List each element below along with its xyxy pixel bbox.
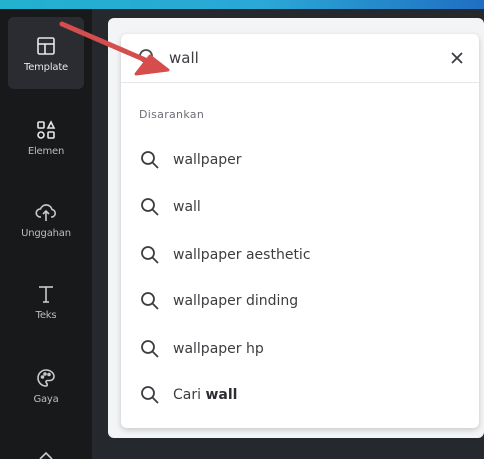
palette-icon [37,368,55,387]
sidebar: Template Elemen Unggahan Teks Gaya [0,9,92,459]
suggestion-text: wall [173,199,201,215]
sidebar-item-style[interactable]: Gaya [8,349,84,421]
sidebar-item-text[interactable]: Teks [8,265,84,337]
suggestion-text: wallpaper aesthetic [173,247,311,263]
upload-icon [35,203,56,221]
sidebar-item-label: Unggahan [21,227,71,239]
search-dropdown: Disarankan wallpaper wall wallpaper aest… [121,34,479,428]
search-all-item[interactable]: Cari wall [133,377,469,413]
text-icon [39,285,53,303]
suggestion-item[interactable]: wallpaper aesthetic [133,237,469,273]
search-icon [141,386,159,404]
suggestions-heading: Disarankan [139,108,205,121]
suggestion-item[interactable]: wall [133,189,469,225]
search-all-text: Cari wall [173,387,237,403]
search-bar [121,34,479,83]
close-icon [451,52,463,64]
elements-icon [37,119,56,139]
search-all-prefix: Cari [173,387,201,403]
template-icon [37,36,55,55]
suggestion-item[interactable]: wallpaper [133,142,469,178]
sidebar-item-elements[interactable]: Elemen [8,101,84,173]
top-accent-bar [0,0,484,9]
sidebar-item-label: Teks [35,309,57,321]
search-input[interactable] [169,44,429,72]
suggestion-text: wallpaper dinding [173,293,299,309]
sidebar-item-label: Elemen [27,145,65,157]
clear-search-button[interactable] [445,46,469,70]
search-icon [141,151,159,169]
search-icon [141,198,159,216]
search-icon [141,292,159,310]
suggestion-text: wallpaper hp [173,341,264,357]
search-icon [141,246,159,264]
search-all-term: wall [205,387,238,403]
search-icon [141,340,159,358]
sidebar-item-label: Gaya [33,393,59,405]
search-icon [139,49,157,67]
more-icon [39,451,53,459]
suggestion-text: wallpaper [173,152,242,168]
sidebar-item-template[interactable]: Template [8,17,84,89]
suggestion-item[interactable]: wallpaper dinding [133,283,469,319]
sidebar-item-label: Template [23,61,69,73]
panel-peek [195,428,265,438]
sidebar-item-upload[interactable]: Unggahan [8,183,84,255]
suggestion-item[interactable]: wallpaper hp [133,331,469,367]
